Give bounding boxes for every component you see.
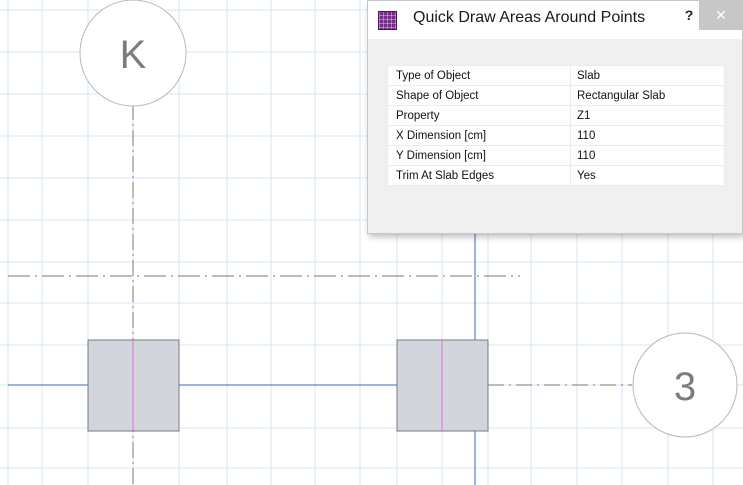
close-button[interactable]: ✕: [699, 1, 743, 30]
help-button[interactable]: ?: [680, 5, 698, 29]
x-dimension-value[interactable]: 110: [570, 125, 725, 146]
grid-bubble-K-label: K: [120, 33, 147, 77]
table-row-shape-of-object: Shape of Object Rectangular Slab: [387, 85, 725, 106]
grid-bubble-3-label: 3: [674, 365, 696, 409]
table-row-y-dimension: Y Dimension [cm] 110: [387, 145, 725, 166]
row-label: Y Dimension [cm]: [387, 145, 571, 166]
app-grid-icon: [378, 11, 397, 30]
dialog-titlebar[interactable]: Quick Draw Areas Around Points ? ✕: [368, 1, 743, 39]
table-row-x-dimension: X Dimension [cm] 110: [387, 125, 725, 146]
property-value[interactable]: Z1: [570, 105, 725, 126]
row-label: Type of Object: [387, 65, 571, 86]
type-of-object-value[interactable]: Slab: [570, 65, 725, 86]
y-dimension-value[interactable]: 110: [570, 145, 725, 166]
table-row-trim-at-slab-edges: Trim At Slab Edges Yes: [387, 165, 725, 186]
table-row-type-of-object: Type of Object Slab: [387, 65, 725, 86]
row-label: Shape of Object: [387, 85, 571, 106]
trim-at-slab-edges-value[interactable]: Yes: [570, 165, 725, 186]
table-row-property: Property Z1: [387, 105, 725, 126]
dialog-title: Quick Draw Areas Around Points: [413, 9, 646, 26]
row-label: Property: [387, 105, 571, 126]
row-label: Trim At Slab Edges: [387, 165, 571, 186]
properties-table: Type of Object Slab Shape of Object Rect…: [387, 65, 725, 186]
shape-of-object-value[interactable]: Rectangular Slab: [570, 85, 725, 106]
quick-draw-dialog: Quick Draw Areas Around Points ? ✕ Type …: [367, 0, 743, 234]
row-label: X Dimension [cm]: [387, 125, 571, 146]
close-icon: ✕: [715, 7, 727, 23]
